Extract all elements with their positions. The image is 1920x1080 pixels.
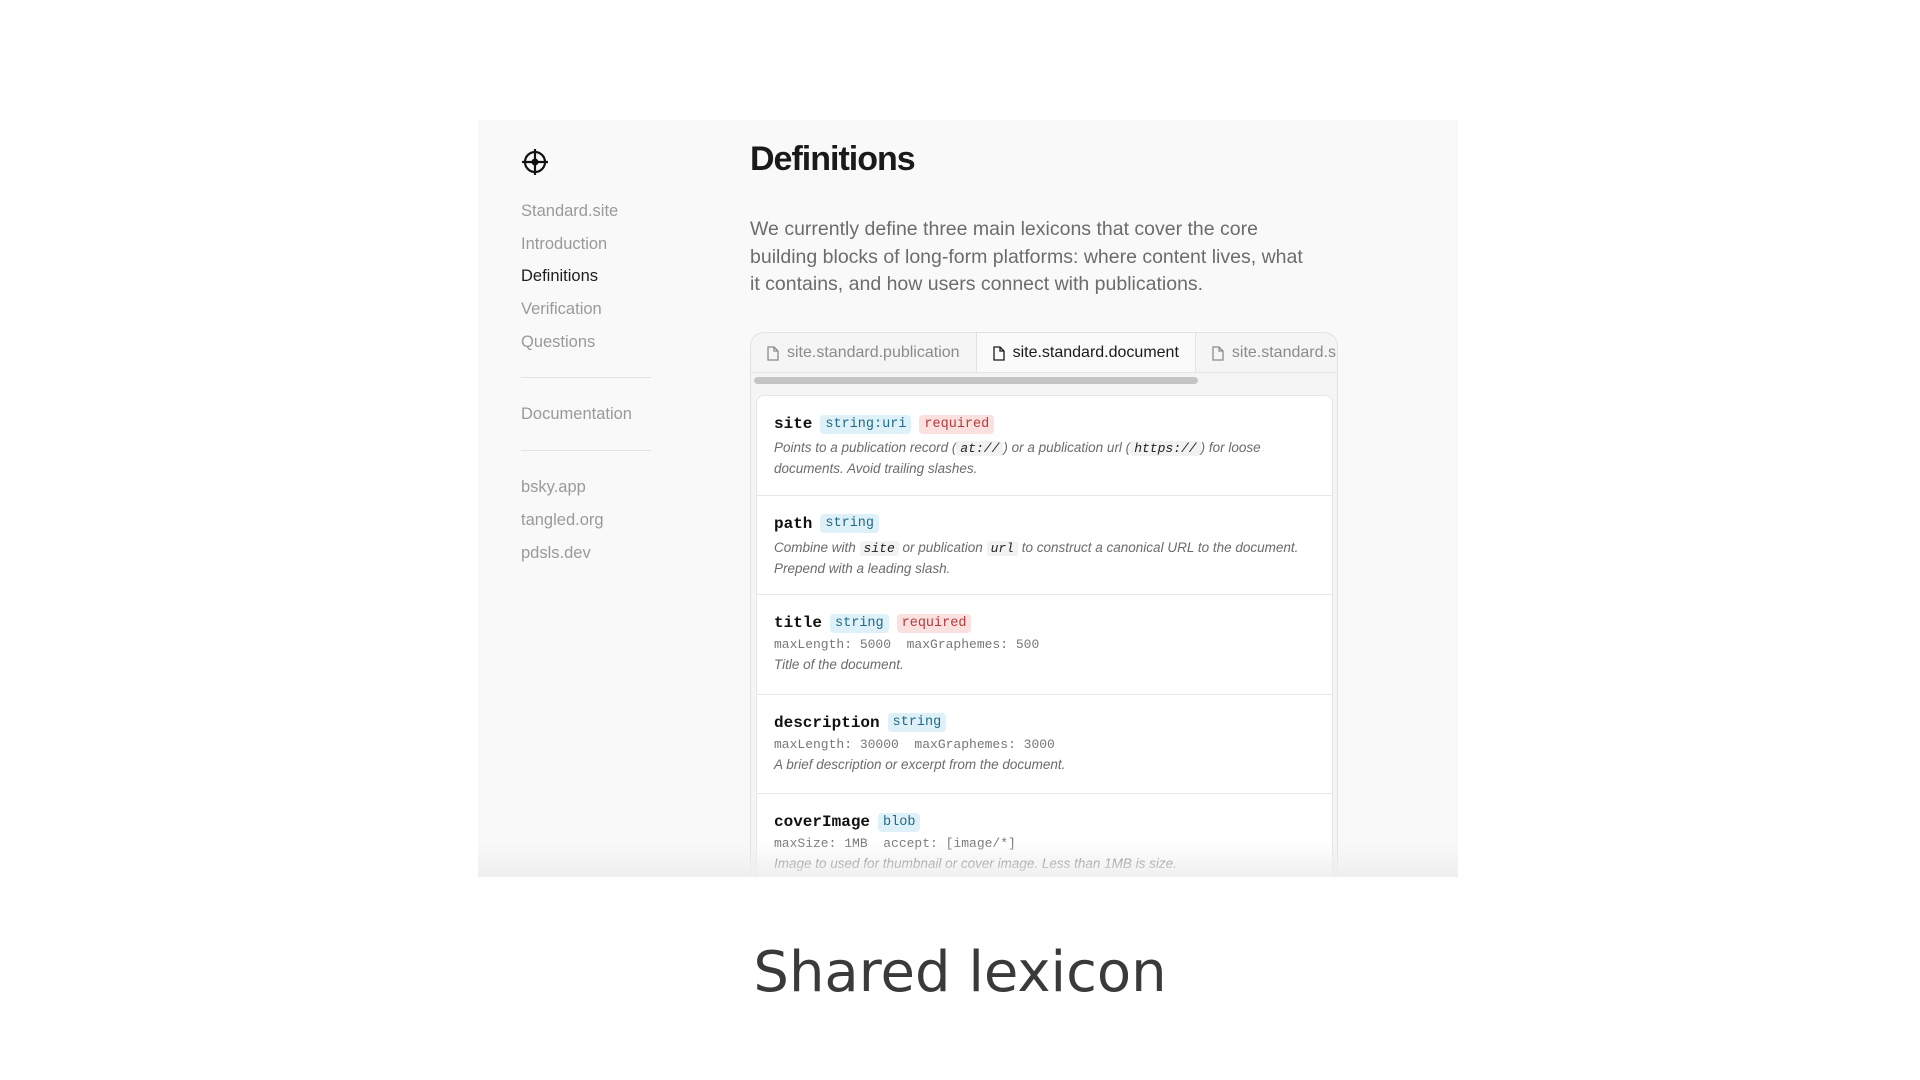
nav-item-documentation[interactable]: Documentation: [521, 404, 651, 437]
nav-divider: [521, 377, 651, 379]
inline-code: at://: [956, 441, 1004, 456]
file-icon: [1212, 345, 1224, 361]
lexicon-tabs: site.standard.publication site.standard.…: [751, 333, 1337, 373]
nav-item-introduction[interactable]: Introduction: [521, 234, 651, 267]
type-badge: blob: [878, 812, 921, 832]
nav-divider: [521, 450, 651, 452]
field-description: A brief description or excerpt from the …: [774, 756, 1066, 772]
tab-subscription[interactable]: site.standard.subscription: [1196, 333, 1337, 372]
field-constraints: maxLength: 5000 maxGraphemes: 500: [774, 637, 1040, 652]
inline-code: site: [859, 540, 899, 556]
site-screenshot: Standard.site Introduction Definitions V…: [478, 120, 1458, 877]
type-badge: string: [830, 613, 889, 633]
nav-item-verification[interactable]: Verification: [521, 299, 651, 332]
nav-item-definitions[interactable]: Definitions: [521, 266, 651, 299]
type-badge: string: [820, 514, 880, 533]
required-badge: required: [896, 613, 972, 633]
field-row-title: title string required maxLength: 5000 ma…: [757, 595, 1332, 695]
tab-label: site.standard.subscription: [1231, 344, 1337, 361]
inline-code: url: [986, 540, 1018, 556]
field-name: coverImage: [774, 813, 871, 831]
file-icon: [992, 345, 1005, 361]
field-name: path: [774, 514, 813, 533]
nav-item-pdsls[interactable]: pdsls.dev: [521, 543, 651, 576]
tab-label: site.standard.publication: [787, 344, 960, 361]
field-description: Combine with site or publication url to …: [774, 539, 1299, 576]
page-title: Definitions: [750, 140, 916, 178]
nav-item-tangled[interactable]: tangled.org: [521, 510, 651, 543]
field-row-description: description string maxLength: 30000 maxG…: [757, 695, 1332, 794]
nav-primary: Standard.site Introduction Definitions V…: [521, 201, 651, 364]
field-list: site string:uri required Points to a pub…: [756, 395, 1333, 877]
type-badge: string:uri: [820, 414, 912, 434]
nav-docs: Documentation: [521, 404, 651, 437]
field-row-site: site string:uri required Points to a pub…: [757, 396, 1332, 496]
nav-item-bsky[interactable]: bsky.app: [521, 477, 651, 510]
tab-label: site.standard.document: [1012, 344, 1179, 361]
tabs-scrollbar[interactable]: [751, 373, 1337, 386]
slide-caption: Shared lexicon: [753, 940, 1167, 1005]
tab-document[interactable]: site.standard.document: [976, 333, 1196, 372]
type-badge: string: [887, 713, 947, 732]
scrollbar-thumb[interactable]: [754, 377, 1198, 384]
field-constraints: maxLength: 30000 maxGraphemes: 3000: [774, 736, 1055, 752]
intro-paragraph: We currently define three main lexicons …: [750, 218, 1303, 295]
inline-code: https://: [1130, 441, 1201, 456]
nav-item-standard-site[interactable]: Standard.site: [521, 201, 651, 234]
standard-site-logo[interactable]: [520, 147, 550, 177]
sidebar-nav: Standard.site Introduction Definitions V…: [521, 201, 651, 575]
field-description: Points to a publication record (at://) o…: [774, 440, 1261, 476]
lexicon-panel: site.standard.publication site.standard.…: [750, 332, 1338, 877]
tab-publication[interactable]: site.standard.publication: [751, 333, 977, 372]
nav-links: bsky.app tangled.org pdsls.dev: [521, 477, 651, 575]
field-description: Image to used for thumbnail or cover ima…: [774, 856, 1177, 871]
field-name: site: [774, 415, 813, 433]
field-row-path: path string Combine with site or publica…: [757, 496, 1332, 595]
field-name: title: [774, 614, 823, 632]
field-name: description: [774, 713, 880, 732]
nav-item-questions[interactable]: Questions: [521, 332, 651, 365]
required-badge: required: [919, 414, 995, 434]
field-constraints: maxSize: 1MB accept: [image/*]: [774, 836, 1016, 851]
file-icon: [767, 345, 779, 361]
field-row-cover-image: coverImage blob maxSize: 1MB accept: [im…: [757, 794, 1332, 877]
field-description: Title of the document.: [774, 657, 904, 672]
